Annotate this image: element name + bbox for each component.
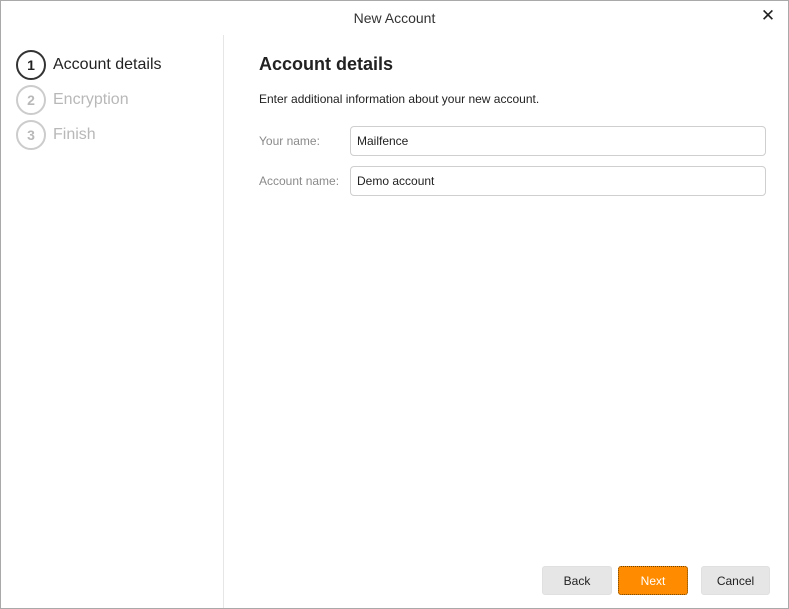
- account-name-input[interactable]: [350, 166, 766, 196]
- your-name-input[interactable]: [350, 126, 766, 156]
- intro-text: Enter additional information about your …: [259, 92, 540, 106]
- wizard-steps-sidebar: 1 Account details 2 Encryption 3 Finish: [1, 35, 224, 608]
- close-icon[interactable]: ✕: [758, 5, 778, 27]
- your-name-label: Your name:: [259, 134, 320, 148]
- page-title: Account details: [259, 54, 394, 74]
- step-number-badge: 1: [16, 50, 46, 80]
- step-number-badge: 2: [16, 85, 46, 115]
- new-account-dialog: New Account ✕ 1 Account details 2 Encryp…: [0, 0, 789, 609]
- next-button[interactable]: Next: [618, 566, 688, 595]
- step-label: Finish: [53, 126, 96, 143]
- step-label: Encryption: [53, 91, 129, 108]
- cancel-button[interactable]: Cancel: [701, 566, 770, 595]
- step-encryption: 2 Encryption: [16, 85, 129, 115]
- title-bar: New Account ✕: [1, 1, 788, 35]
- step-finish: 3 Finish: [16, 120, 96, 150]
- step-account-details: 1 Account details: [16, 50, 162, 80]
- step-number-badge: 3: [16, 120, 46, 150]
- back-button[interactable]: Back: [542, 566, 612, 595]
- step-label: Account details: [53, 56, 162, 73]
- account-name-label: Account name:: [259, 174, 340, 188]
- dialog-title: New Account: [353, 10, 436, 26]
- main-panel: Account details Enter additional informa…: [224, 35, 788, 608]
